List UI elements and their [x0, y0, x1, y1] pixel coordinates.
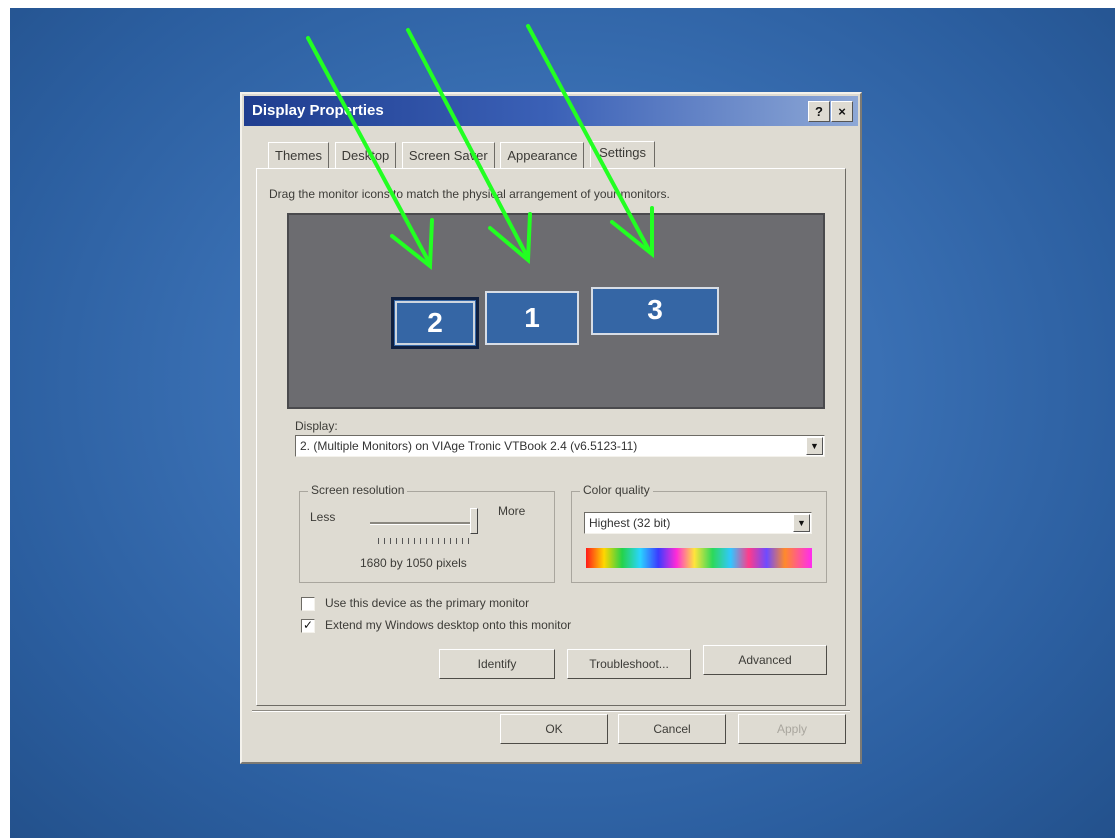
green-arrow-icon — [526, 24, 654, 259]
annotation-arrows — [306, 24, 654, 270]
green-arrow-icon — [306, 36, 434, 270]
green-arrow-icon — [406, 28, 532, 265]
